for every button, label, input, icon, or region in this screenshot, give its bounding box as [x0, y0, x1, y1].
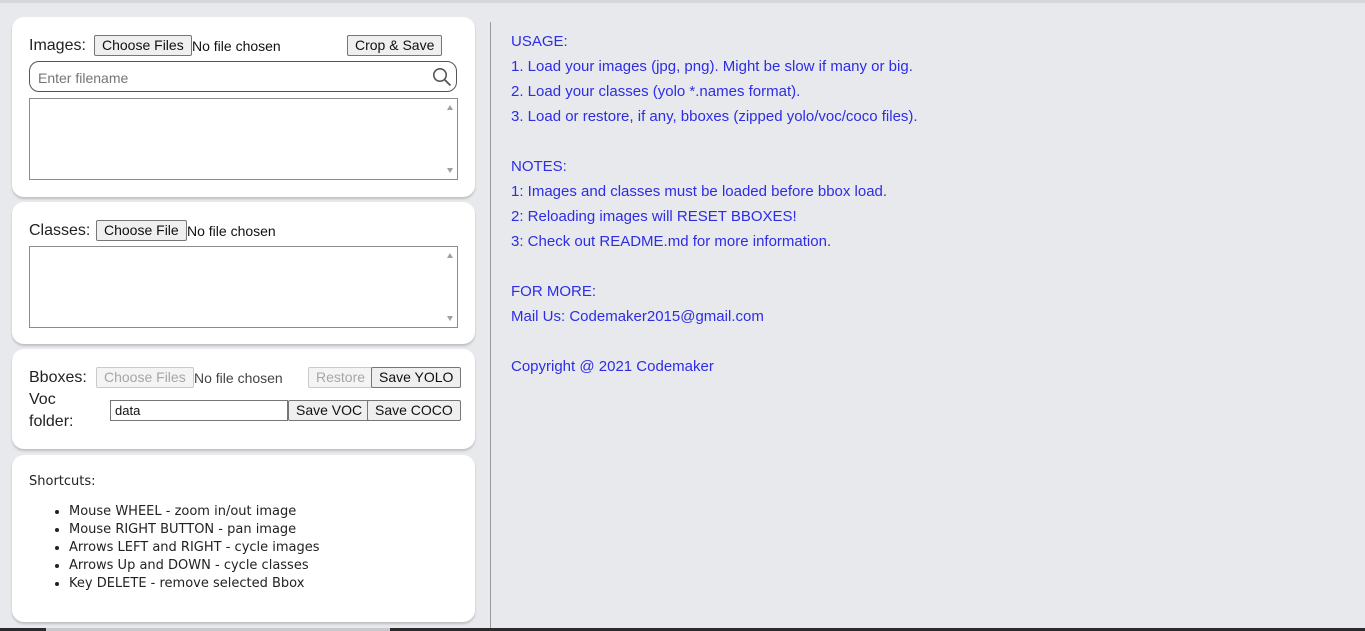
scroll-down-icon[interactable] [447, 168, 453, 173]
voc-folder-input[interactable]: data [110, 400, 288, 421]
usage-title: USAGE: [511, 33, 568, 50]
images-card: Images: Choose Files No file chosen Crop… [12, 17, 475, 197]
notes-title: NOTES: [511, 158, 567, 175]
bboxes-card: Bboxes: Choose Files No file chosen Rest… [12, 349, 475, 449]
notes-line: 3: Check out README.md for more informat… [511, 233, 832, 250]
search-input[interactable]: Enter filename [38, 70, 128, 86]
bboxes-file-status: No file chosen [194, 370, 283, 386]
scroll-down-icon[interactable] [447, 316, 453, 321]
classes-list[interactable] [29, 246, 458, 328]
save-coco-button[interactable]: Save COCO [367, 400, 461, 421]
copyright-line: Copyright @ 2021 Codemaker [511, 358, 714, 375]
scroll-up-icon[interactable] [447, 253, 453, 258]
filename-search[interactable]: Enter filename [29, 61, 457, 92]
shortcut-item: Arrows LEFT and RIGHT - cycle images [69, 539, 320, 557]
notes-line: 2: Reloading images will RESET BBOXES! [511, 208, 797, 225]
images-choose-files-button[interactable]: Choose Files [94, 35, 192, 56]
notes-line: 1: Images and classes must be loaded bef… [511, 183, 888, 200]
save-voc-button[interactable]: Save VOC [288, 400, 371, 421]
shortcut-item: Mouse WHEEL - zoom in/out image [69, 503, 320, 521]
voc-label-line2: folder: [29, 413, 74, 430]
shortcut-item: Arrows Up and DOWN - cycle classes [69, 557, 320, 575]
shortcuts-title: Shortcuts: [29, 474, 96, 489]
shortcut-item: Key DELETE - remove selected Bbox [69, 575, 320, 593]
shortcuts-list: Mouse WHEEL - zoom in/out image Mouse RI… [29, 503, 320, 593]
bboxes-label: Bboxes: [29, 369, 87, 386]
usage-line: 1. Load your images (jpg, png). Might be… [511, 58, 913, 75]
images-file-status: No file chosen [192, 38, 281, 54]
images-label: Images: [29, 37, 86, 54]
panel-divider [490, 22, 491, 628]
classes-choose-file-button[interactable]: Choose File [96, 220, 187, 241]
classes-label: Classes: [29, 222, 91, 239]
more-title: FOR MORE: [511, 283, 596, 300]
restore-button[interactable]: Restore [308, 367, 374, 388]
images-list[interactable] [29, 98, 458, 180]
info-text: USAGE: 1. Load your images (jpg, png). M… [511, 33, 918, 383]
shortcut-item: Mouse RIGHT BUTTON - pan image [69, 521, 320, 539]
save-yolo-button[interactable]: Save YOLO [371, 367, 462, 388]
scroll-up-icon[interactable] [447, 105, 453, 110]
classes-card: Classes: Choose File No file chosen [12, 202, 475, 344]
classes-file-status: No file chosen [187, 223, 276, 239]
usage-line: 3. Load or restore, if any, bboxes (zipp… [511, 108, 918, 125]
voc-label-line1: Voc [29, 391, 56, 408]
left-panel: Images: Choose Files No file chosen Crop… [0, 3, 490, 628]
bboxes-choose-files-button[interactable]: Choose Files [96, 367, 194, 388]
shortcuts-card: Shortcuts: Mouse WHEEL - zoom in/out ima… [12, 455, 475, 622]
usage-line: 2. Load your classes (yolo *.names forma… [511, 83, 801, 100]
search-icon[interactable] [432, 67, 452, 87]
mail-line: Mail Us: Codemaker2015@gmail.com [511, 308, 764, 325]
crop-save-button[interactable]: Crop & Save [347, 35, 443, 56]
